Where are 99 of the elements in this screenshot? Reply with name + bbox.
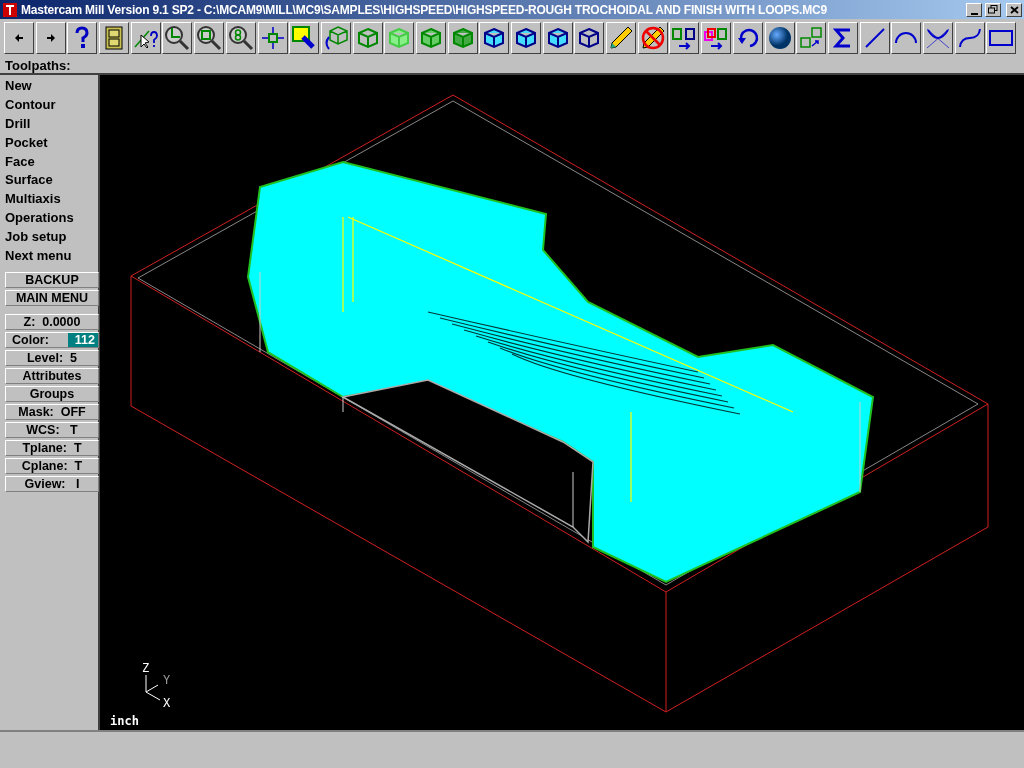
cube-icon (451, 27, 474, 49)
menu-item[interactable]: Next menu (5, 247, 72, 266)
setting-button[interactable]: Gview: I (5, 475, 99, 492)
back-arrow-icon (14, 33, 24, 43)
rectangle-icon (988, 28, 1015, 48)
color-setting[interactable]: Color: 112 (5, 331, 99, 348)
zoom-icon (227, 25, 254, 51)
menu-item[interactable]: Job setup (5, 228, 67, 247)
toolbar-button[interactable] (447, 22, 478, 54)
toolbar-button[interactable] (542, 22, 573, 54)
toolbar-button[interactable] (384, 22, 415, 54)
toolbar-button[interactable] (415, 22, 446, 54)
forward-arrow-icon (45, 33, 56, 43)
toolbar-button[interactable] (67, 22, 98, 54)
color-swatch: 112 (68, 332, 98, 347)
toolbar-button[interactable] (922, 22, 953, 54)
setting-button[interactable]: Groups (5, 385, 99, 402)
move-icon (671, 26, 698, 50)
app-icon (2, 1, 18, 18)
sphere-icon (767, 26, 792, 50)
toolbar-button[interactable] (130, 22, 161, 54)
toolbar-button[interactable] (859, 22, 890, 54)
toolbar-button[interactable] (669, 22, 700, 54)
toolbar-button[interactable] (35, 22, 66, 54)
toolbar-button[interactable] (4, 22, 34, 54)
no-pencil-icon (639, 25, 666, 51)
cube-icon (419, 27, 442, 49)
zoom-window-icon (164, 25, 191, 51)
toolbar-button[interactable] (511, 22, 541, 54)
restore-button[interactable] (985, 2, 1001, 17)
axis-label: Y (163, 673, 171, 687)
pencil-icon (608, 25, 635, 51)
menu-button[interactable]: MAIN MENU (5, 289, 99, 306)
cube-icon (483, 27, 506, 49)
toolbar-button[interactable] (99, 22, 130, 54)
toolbar-button[interactable] (257, 22, 288, 54)
cube-icon (578, 27, 601, 49)
cabinet-icon (105, 26, 124, 50)
axis-label: Z (142, 661, 150, 675)
toolbar-button[interactable] (732, 22, 763, 54)
toolbar-button[interactable] (891, 22, 922, 54)
zoom-icon (196, 25, 223, 51)
setting-label: Color: (11, 332, 50, 347)
toolbar-button[interactable] (954, 22, 985, 54)
cube-icon (388, 27, 411, 49)
menu-item[interactable]: Pocket (5, 133, 48, 153)
toolbar-button[interactable] (574, 22, 605, 54)
toolbar-button[interactable] (479, 22, 510, 54)
menu-item[interactable]: Face (5, 152, 35, 172)
units-label: inch (110, 714, 139, 728)
toolbar-button[interactable] (701, 22, 732, 54)
minimize-icon (970, 12, 978, 15)
toolbar-button[interactable] (986, 22, 1017, 54)
setting-button[interactable]: Attributes (5, 367, 99, 384)
window-title: Mastercam Mill Version 9.1 SP2 - C:\MCAM9\MILL\MC9\SAMPLES\HIGHSPEED\HIGHSPEED-ROUGH TROCHOIDAL AND FINISH WITH LOOPS.MC9 (21, 2, 828, 17)
toolbar-button[interactable] (637, 22, 668, 54)
toolbar-button[interactable] (194, 22, 225, 54)
menu-item[interactable]: Contour (5, 95, 56, 115)
cubes-icon (798, 26, 825, 50)
menu-title: Toolpaths: (4, 57, 72, 73)
toolbar-button[interactable] (796, 22, 827, 54)
axis-triad-icon (145, 674, 161, 701)
graphics-viewport[interactable]: Z Y X inch (100, 75, 1024, 730)
menu-item[interactable]: Drill (5, 114, 31, 134)
toolbar-button[interactable] (320, 22, 351, 54)
help-icon (74, 26, 91, 50)
pan-icon (260, 26, 285, 50)
cube-icon (356, 27, 379, 49)
minimize-button[interactable] (966, 2, 982, 17)
setting-button[interactable]: WCS: T (5, 421, 99, 438)
close-button[interactable] (1006, 2, 1022, 17)
setting-button[interactable]: Level: 5 (5, 349, 99, 366)
toolbar-button[interactable] (606, 22, 637, 54)
menu-item[interactable]: New (5, 77, 32, 96)
toolbar-button[interactable] (289, 22, 320, 54)
toolbar-button[interactable] (225, 22, 256, 54)
fillet-icon (924, 26, 951, 50)
axis-label: X (163, 696, 171, 710)
toolbar-button[interactable] (764, 22, 795, 54)
cube-icon (546, 27, 569, 49)
cube-icon (515, 27, 537, 49)
menu-item[interactable]: Operations (5, 209, 74, 229)
menu-item[interactable]: Multiaxis (5, 190, 61, 210)
setting-button[interactable]: Cplane: T (5, 457, 99, 474)
spline-icon (956, 26, 983, 50)
undo-icon (735, 26, 760, 50)
move-copy-icon (703, 26, 730, 50)
menu-item[interactable]: Surface (5, 171, 53, 191)
setting-button[interactable]: Z: 0.0000 (5, 313, 99, 330)
toolbar-button[interactable] (352, 22, 383, 54)
sigma-icon (832, 27, 853, 49)
setting-button[interactable]: Mask: OFF (5, 403, 99, 420)
toolbar-button[interactable] (827, 22, 858, 54)
arc-icon (895, 32, 918, 44)
close-icon (1009, 5, 1019, 14)
toolbar-button[interactable] (162, 22, 193, 54)
menu-button[interactable]: BACKUP (5, 271, 99, 288)
setting-button[interactable]: Tplane: T (5, 439, 99, 456)
restore-icon (988, 5, 998, 14)
